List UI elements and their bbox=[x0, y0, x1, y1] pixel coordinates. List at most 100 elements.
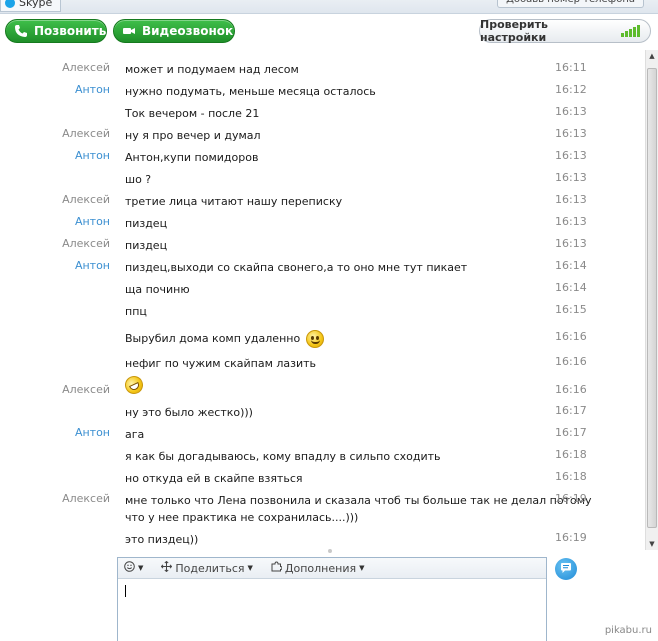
chat-message: Алексей третие лица читают нашу переписк… bbox=[0, 189, 640, 211]
message-text-continued: что у нее практика не сохранилась....))) bbox=[125, 511, 359, 524]
phone-icon bbox=[14, 24, 28, 38]
resize-handle[interactable] bbox=[328, 549, 332, 553]
message-time: 16:14 bbox=[555, 281, 587, 294]
laughing-emoticon-icon bbox=[122, 373, 146, 397]
video-call-label: Видеозвонок bbox=[142, 24, 234, 38]
message-sender: Алексей bbox=[62, 383, 110, 396]
message-time: 16:16 bbox=[555, 355, 587, 368]
chat-message: Алексей пиздец 16:13 bbox=[0, 233, 640, 255]
message-time: 16:13 bbox=[555, 171, 587, 184]
chat-message: Алексей ну я про вечер и думал 16:13 bbox=[0, 123, 640, 145]
compose-toolbar: ▼ Поделиться ▼ Дополнения ▼ bbox=[118, 558, 546, 579]
chat-message: ну это было жестко))) 16:17 bbox=[0, 400, 640, 422]
smiley-icon bbox=[124, 561, 135, 575]
message-text: пиздец bbox=[125, 239, 168, 252]
message-text: ща починю bbox=[125, 283, 190, 296]
message-time: 16:11 bbox=[555, 61, 587, 74]
message-content: мне только что Лена позвонила и сказала … bbox=[125, 492, 592, 526]
message-text: может и подумаем над лесом bbox=[125, 63, 299, 76]
message-text: мне только что Лена позвонила и сказала … bbox=[125, 494, 592, 507]
window-top-strip: Skype Добавь номер телефона bbox=[0, 0, 658, 14]
chat-scrollbar[interactable]: ▲ ▼ bbox=[645, 50, 658, 550]
message-time: 16:13 bbox=[555, 215, 587, 228]
message-time: 16:13 bbox=[555, 149, 587, 162]
chat-history: Алексей может и подумаем над лесом 16:11… bbox=[0, 50, 645, 548]
check-settings-button[interactable]: Проверить настройки bbox=[479, 18, 651, 44]
message-time: 16:12 bbox=[555, 83, 587, 96]
scroll-up-arrow-icon[interactable]: ▲ bbox=[646, 50, 658, 62]
chat-message: Алексей может и подумаем над лесом 16:11 bbox=[0, 57, 640, 79]
chat-message: ща починю 16:14 bbox=[0, 277, 640, 299]
message-text: ну это было жестко))) bbox=[125, 406, 253, 419]
addons-label: Дополнения bbox=[284, 561, 357, 575]
message-time: 16:13 bbox=[555, 237, 587, 250]
message-text: нужно подумать, меньше месяца осталось bbox=[125, 85, 376, 98]
signal-strength-icon bbox=[621, 25, 640, 37]
scroll-down-arrow-icon[interactable]: ▼ bbox=[646, 538, 658, 550]
message-sender: Антон bbox=[74, 149, 110, 162]
message-time: 16:13 bbox=[555, 193, 587, 206]
message-sender: Алексей bbox=[62, 127, 110, 140]
message-text: ага bbox=[125, 428, 145, 441]
chat-message: Антон пиздец,выходи со скайпа свонего,а … bbox=[0, 255, 640, 277]
call-button[interactable]: Позвонить bbox=[5, 19, 107, 43]
message-text: Антон,купи помидоров bbox=[125, 151, 259, 164]
share-menu-button[interactable]: Поделиться ▼ bbox=[161, 560, 253, 575]
chat-message: это пиздец)) 16:19 bbox=[0, 527, 640, 549]
add-phone-button[interactable]: Добавь номер телефона bbox=[497, 0, 644, 8]
message-time: 16:14 bbox=[555, 259, 587, 272]
chat-message: Антон нужно подумать, меньше месяца оста… bbox=[0, 79, 640, 101]
message-time: 16:18 bbox=[555, 448, 587, 461]
send-message-button[interactable] bbox=[555, 558, 577, 580]
scroll-thumb[interactable] bbox=[647, 68, 657, 528]
chat-message: но откуда ей в скайпе взяться 16:18 bbox=[0, 466, 640, 488]
emoticon-picker-button[interactable]: ▼ bbox=[124, 561, 143, 575]
video-camera-icon bbox=[122, 24, 136, 38]
chevron-down-icon: ▼ bbox=[359, 564, 365, 572]
message-text: шо ? bbox=[125, 173, 152, 186]
message-text: ппц bbox=[125, 305, 147, 318]
message-sender: Антон bbox=[74, 259, 110, 272]
check-settings-label: Проверить настройки bbox=[480, 18, 548, 44]
message-time: 16:19 bbox=[555, 492, 587, 505]
message-text: пиздец,выходи со скайпа свонего,а то оно… bbox=[125, 261, 468, 274]
call-label: Позвонить bbox=[34, 24, 107, 38]
watermark: pikabu.ru bbox=[604, 625, 652, 636]
message-time: 16:17 bbox=[555, 404, 587, 417]
message-text: но откуда ей в скайпе взяться bbox=[125, 472, 303, 485]
message-sender: Алексей bbox=[62, 492, 110, 505]
chat-message: я как бы догадываюсь, кому впадлу в силь… bbox=[0, 444, 640, 466]
chat-message: Алексей 16:16 bbox=[0, 373, 640, 401]
skype-icon bbox=[5, 0, 15, 8]
message-content: Вырубил дома комп удаленно bbox=[125, 330, 545, 348]
message-sender: Алексей bbox=[62, 237, 110, 250]
message-text: Вырубил дома комп удаленно bbox=[125, 332, 301, 345]
chat-message: Ток вечером - после 21 16:13 bbox=[0, 101, 640, 123]
chevron-down-icon: ▼ bbox=[247, 564, 253, 572]
chat-message: шо ? 16:13 bbox=[0, 167, 640, 189]
message-time: 16:19 bbox=[555, 531, 587, 544]
chevron-down-icon: ▼ bbox=[138, 564, 144, 572]
message-sender: Антон bbox=[74, 215, 110, 228]
chat-message: Антон Антон,купи помидоров 16:13 bbox=[0, 145, 640, 167]
chat-bubble-icon bbox=[560, 562, 572, 577]
chat-message: Алексей мне только что Лена позвонила и … bbox=[0, 488, 640, 526]
skype-tab[interactable]: Skype bbox=[0, 0, 62, 12]
message-text: это пиздец)) bbox=[125, 533, 199, 546]
message-text: ну я про вечер и думал bbox=[125, 129, 261, 142]
smile-emoticon-icon bbox=[305, 330, 324, 348]
chat-message: Вырубил дома комп удаленно 16:16 bbox=[0, 326, 640, 348]
message-compose-box[interactable]: ▼ Поделиться ▼ Дополнения ▼ bbox=[117, 557, 547, 641]
addons-menu-button[interactable]: Дополнения ▼ bbox=[271, 561, 365, 575]
conversation-toolbar: Позвонить Видеозвонок Проверить настройк… bbox=[0, 14, 658, 48]
message-text: нефиг по чужим скайпам лазить bbox=[125, 357, 317, 370]
message-sender: Алексей bbox=[62, 193, 110, 206]
message-time: 16:16 bbox=[555, 383, 587, 396]
share-icon bbox=[161, 560, 173, 575]
message-content bbox=[122, 373, 545, 399]
video-call-button[interactable]: Видеозвонок bbox=[113, 19, 235, 43]
message-sender: Антон bbox=[74, 83, 110, 96]
chat-message: ппц 16:15 bbox=[0, 299, 640, 321]
message-time: 16:17 bbox=[555, 426, 587, 439]
message-text: я как бы догадываюсь, кому впадлу в силь… bbox=[125, 450, 441, 463]
